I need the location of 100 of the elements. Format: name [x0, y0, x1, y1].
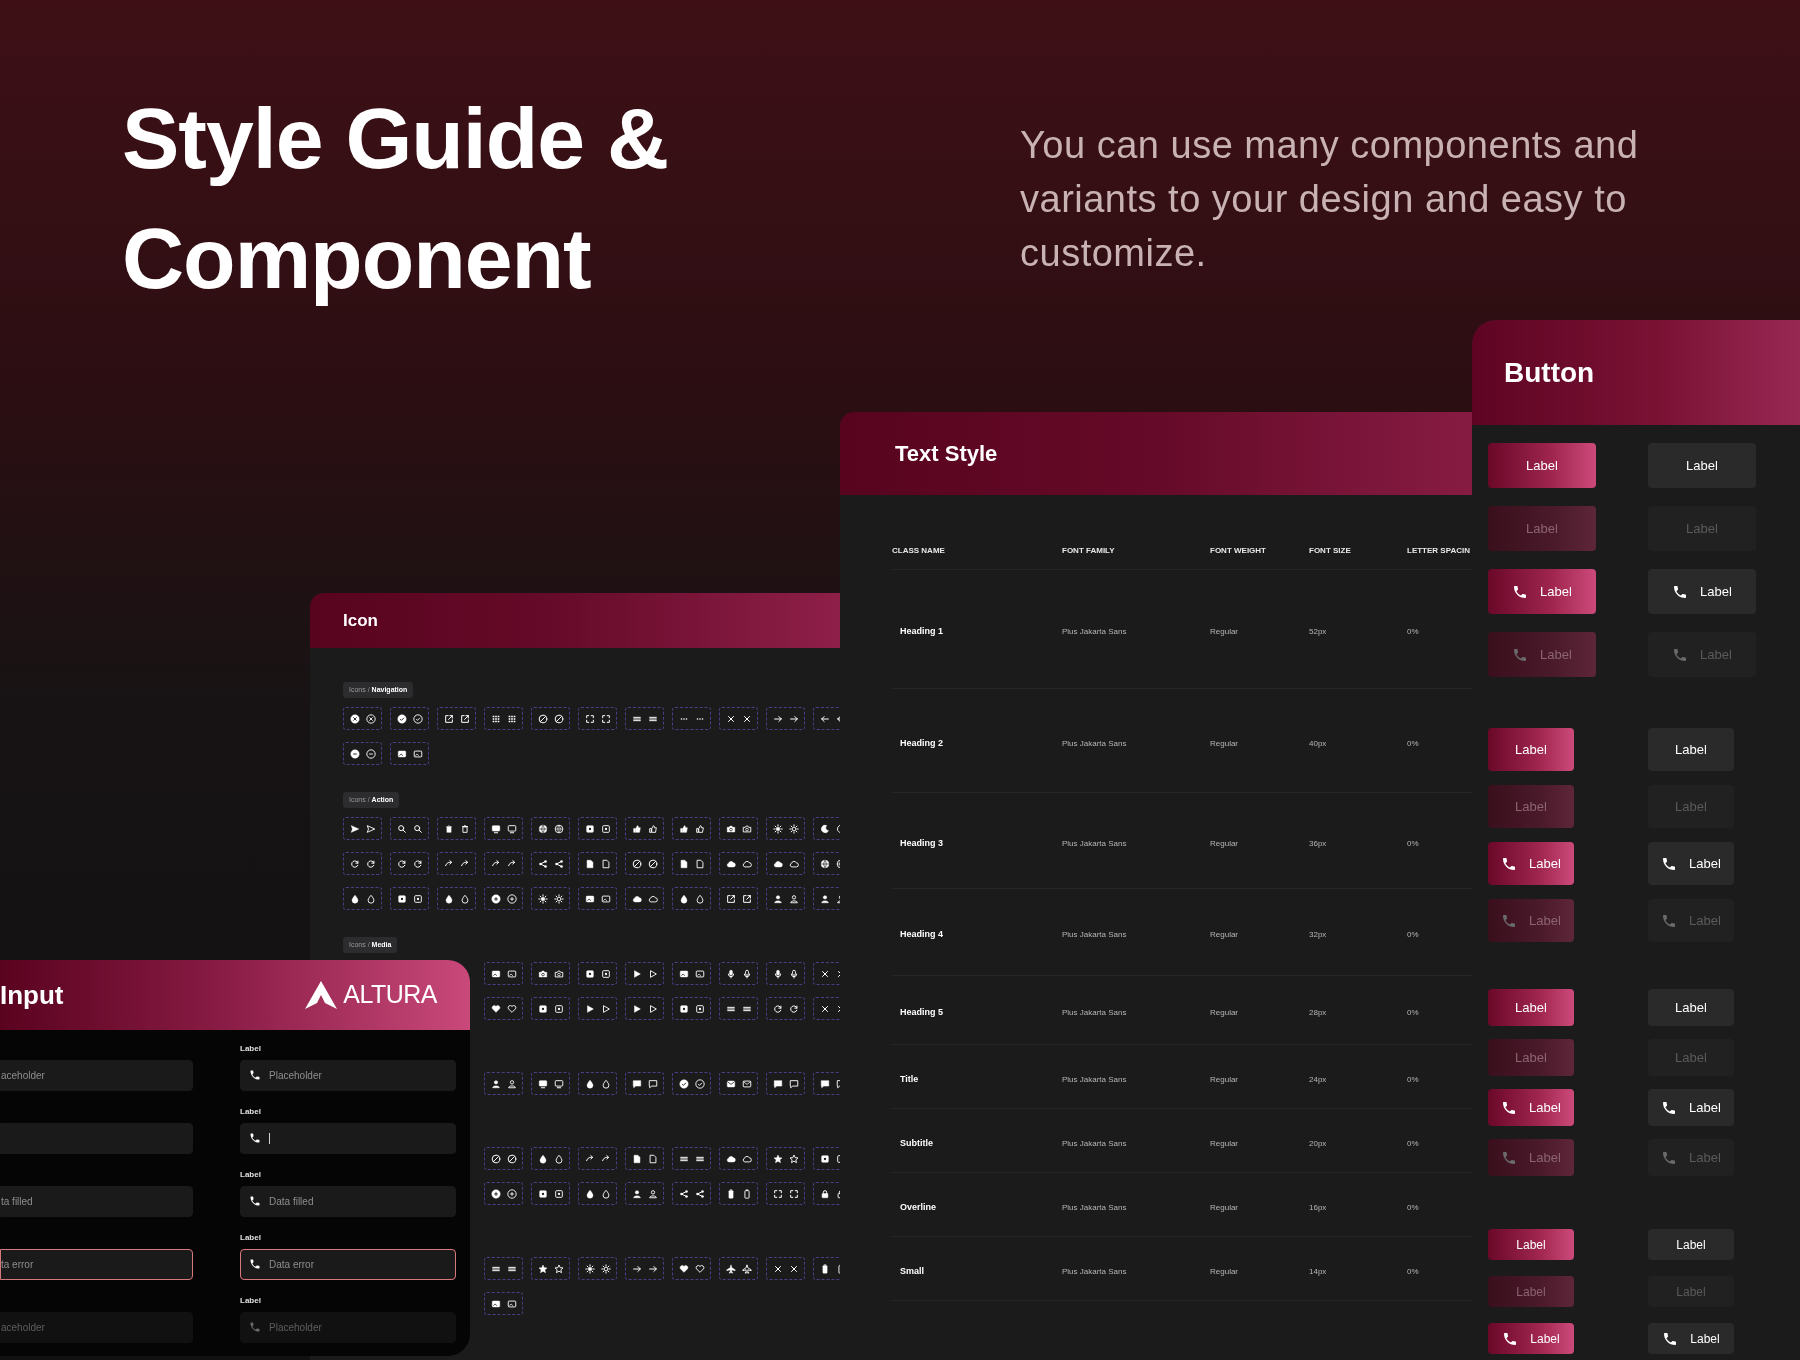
icon-tile[interactable] [672, 1072, 711, 1095]
icon-tile[interactable] [766, 962, 805, 985]
icon-tile[interactable] [343, 707, 382, 730]
icon-tile[interactable] [625, 1257, 664, 1280]
icon-tile[interactable] [766, 707, 805, 730]
label-button[interactable]: Label [1648, 1323, 1734, 1354]
icon-tile[interactable] [625, 962, 664, 985]
icon-tile[interactable] [578, 887, 617, 910]
icon-tile[interactable] [719, 962, 758, 985]
icon-tile[interactable] [672, 1147, 711, 1170]
icon-tile[interactable] [531, 997, 570, 1020]
icon-tile[interactable] [531, 817, 570, 840]
icon-tile[interactable] [437, 817, 476, 840]
label-button[interactable]: Label [1488, 1229, 1574, 1260]
input-field[interactable]: Placeholder [240, 1060, 456, 1091]
icon-tile[interactable] [437, 707, 476, 730]
icon-tile[interactable] [672, 962, 711, 985]
label-button[interactable]: Label [1488, 443, 1596, 488]
icon-tile[interactable] [531, 1147, 570, 1170]
label-button[interactable]: Label [1488, 989, 1574, 1026]
icon-tile[interactable] [437, 887, 476, 910]
icon-tile[interactable] [531, 852, 570, 875]
icon-tile[interactable] [343, 887, 382, 910]
label-button[interactable]: Label [1488, 569, 1596, 614]
icon-tile[interactable] [766, 1147, 805, 1170]
icon-tile[interactable] [343, 817, 382, 840]
icon-tile[interactable] [766, 817, 805, 840]
icon-tile[interactable] [578, 817, 617, 840]
icon-tile[interactable] [719, 817, 758, 840]
label-button[interactable]: Label [1648, 842, 1734, 885]
icon-tile[interactable] [625, 1182, 664, 1205]
icon-tile[interactable] [719, 1072, 758, 1095]
icon-tile[interactable] [672, 997, 711, 1020]
icon-tile[interactable] [719, 1257, 758, 1280]
label-button[interactable]: Label [1648, 1089, 1734, 1126]
icon-tile[interactable] [766, 887, 805, 910]
icon-tile[interactable] [484, 852, 523, 875]
icon-tile[interactable] [766, 1257, 805, 1280]
icon-tile[interactable] [672, 1182, 711, 1205]
label-button[interactable]: Label [1648, 728, 1734, 771]
icon-tile[interactable] [672, 887, 711, 910]
icon-tile[interactable] [578, 1182, 617, 1205]
label-button[interactable]: Label [1488, 728, 1574, 771]
icon-tile[interactable] [578, 1257, 617, 1280]
input-field[interactable]: Data filled [240, 1186, 456, 1217]
icon-tile[interactable] [625, 707, 664, 730]
icon-tile[interactable] [531, 1072, 570, 1095]
icon-tile[interactable] [390, 817, 429, 840]
icon-tile[interactable] [625, 997, 664, 1020]
icon-tile[interactable] [672, 817, 711, 840]
input-field[interactable]: Placeholder [240, 1312, 456, 1343]
icon-tile[interactable] [484, 1072, 523, 1095]
icon-tile[interactable] [578, 852, 617, 875]
icon-tile[interactable] [719, 1182, 758, 1205]
label-button[interactable]: Label [1488, 1089, 1574, 1126]
icon-tile[interactable] [719, 1147, 758, 1170]
icon-tile[interactable] [343, 852, 382, 875]
icon-tile[interactable] [719, 997, 758, 1020]
icon-tile[interactable] [484, 962, 523, 985]
icon-tile[interactable] [578, 1147, 617, 1170]
icon-tile[interactable] [390, 707, 429, 730]
input-field[interactable]: ta filled [0, 1186, 193, 1217]
icon-tile[interactable] [672, 852, 711, 875]
icon-tile[interactable] [766, 1182, 805, 1205]
icon-tile[interactable] [484, 1147, 523, 1170]
icon-tile[interactable] [437, 852, 476, 875]
icon-tile[interactable] [766, 1072, 805, 1095]
icon-tile[interactable] [625, 817, 664, 840]
icon-tile[interactable] [719, 707, 758, 730]
icon-tile[interactable] [484, 997, 523, 1020]
icon-tile[interactable] [578, 1072, 617, 1095]
icon-tile[interactable] [625, 1147, 664, 1170]
icon-tile[interactable] [484, 817, 523, 840]
icon-tile[interactable] [766, 852, 805, 875]
icon-tile[interactable] [531, 1182, 570, 1205]
input-field[interactable]: Data error [240, 1249, 456, 1280]
input-field[interactable]: aceholder [0, 1312, 193, 1343]
icon-tile[interactable] [672, 1257, 711, 1280]
icon-tile[interactable] [531, 707, 570, 730]
icon-tile[interactable] [390, 742, 429, 765]
label-button[interactable]: Label [1648, 443, 1756, 488]
label-button[interactable]: Label [1488, 1323, 1574, 1354]
input-field[interactable] [240, 1123, 456, 1154]
label-button[interactable]: Label [1488, 842, 1574, 885]
icon-tile[interactable] [531, 887, 570, 910]
icon-tile[interactable] [484, 887, 523, 910]
icon-tile[interactable] [625, 1072, 664, 1095]
icon-tile[interactable] [719, 887, 758, 910]
icon-tile[interactable] [719, 852, 758, 875]
icon-tile[interactable] [531, 1257, 570, 1280]
icon-tile[interactable] [531, 962, 570, 985]
icon-tile[interactable] [484, 1257, 523, 1280]
input-field[interactable]: ta error [0, 1249, 193, 1280]
input-field[interactable]: aceholder [0, 1060, 193, 1091]
icon-tile[interactable] [766, 997, 805, 1020]
label-button[interactable]: Label [1648, 569, 1756, 614]
icon-tile[interactable] [672, 707, 711, 730]
icon-tile[interactable] [578, 707, 617, 730]
icon-tile[interactable] [343, 742, 382, 765]
icon-tile[interactable] [484, 1292, 523, 1315]
